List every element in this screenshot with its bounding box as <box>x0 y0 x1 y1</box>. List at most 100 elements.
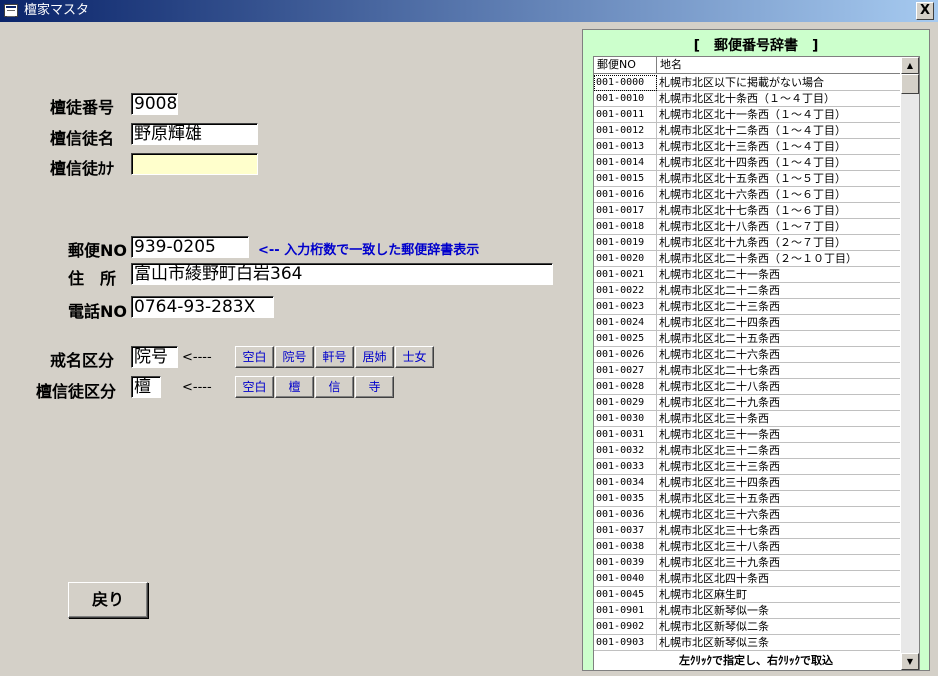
table-row[interactable]: 001-0045 札幌市北区麻生町 <box>594 587 900 603</box>
address-field[interactable]: 富山市綾野町白岩364 <box>131 263 553 285</box>
column-header-name[interactable]: 地名 <box>657 57 900 74</box>
table-row[interactable]: 001-0021 札幌市北区北二十一条西 <box>594 267 900 283</box>
postal-code-cell: 001-0013 <box>594 139 657 155</box>
kaimyo-button-blank[interactable]: 空白 <box>235 346 274 368</box>
place-name-cell: 札幌市北区北十二条西（１～４丁目） <box>659 124 846 137</box>
dictionary-title: [ 郵便番号辞書 ] <box>693 38 819 54</box>
postal-code-cell: 001-0014 <box>594 155 657 171</box>
table-row[interactable]: 001-0036 札幌市北区北三十六条西 <box>594 507 900 523</box>
place-name-cell: 札幌市北区北三十七条西 <box>659 524 780 537</box>
table-row[interactable]: 001-0027 札幌市北区北二十七条西 <box>594 363 900 379</box>
kana-field[interactable] <box>131 153 258 175</box>
table-row[interactable]: 001-0018 札幌市北区北十八条西（１～７丁目） <box>594 219 900 235</box>
place-name-cell: 札幌市北区以下に掲載がない場合 <box>659 76 824 89</box>
table-row[interactable]: 001-0010 札幌市北区北十条西（１～４丁目） <box>594 91 900 107</box>
name-field[interactable]: 野原輝雄 <box>131 123 258 145</box>
place-name-cell: 札幌市北区北三十条西 <box>659 412 769 425</box>
table-row[interactable]: 001-0903 札幌市北区新琴似三条 <box>594 635 900 651</box>
table-row[interactable]: 001-0030 札幌市北区北三十条西 <box>594 411 900 427</box>
table-row[interactable]: 001-0013 札幌市北区北十三条西（１～４丁目） <box>594 139 900 155</box>
place-name-cell: 札幌市北区北二十六条西 <box>659 348 780 361</box>
table-row[interactable]: 001-0040 札幌市北区北四十条西 <box>594 571 900 587</box>
place-name-cell: 札幌市北区北三十八条西 <box>659 540 780 553</box>
table-row[interactable]: 001-0031 札幌市北区北三十一条西 <box>594 427 900 443</box>
danshinto-button-dan[interactable]: 檀 <box>275 376 314 398</box>
kaimyo-button-kengo[interactable]: 軒号 <box>315 346 354 368</box>
danshinto-field[interactable]: 檀 <box>131 376 161 398</box>
table-row[interactable]: 001-0039 札幌市北区北三十九条西 <box>594 555 900 571</box>
dantoban-field[interactable]: 9008 <box>131 93 178 115</box>
postal-hint: <-- 入力桁数で一致した郵便辞書表示 <box>258 243 480 258</box>
place-name-cell: 札幌市北区新琴似三条 <box>659 636 769 649</box>
phone-field[interactable]: 0764-93-283X <box>131 296 274 318</box>
table-row[interactable]: 001-0011 札幌市北区北十一条西（１～４丁目） <box>594 107 900 123</box>
table-row[interactable]: 001-0017 札幌市北区北十七条西（１～６丁目） <box>594 203 900 219</box>
postal-code-cell: 001-0021 <box>594 267 657 283</box>
postal-code-cell: 001-0027 <box>594 363 657 379</box>
place-name-cell: 札幌市北区北十条西（１～４丁目） <box>659 92 835 105</box>
place-name-cell: 札幌市北区北二十二条西 <box>659 284 780 297</box>
table-row[interactable]: 001-0038 札幌市北区北三十八条西 <box>594 539 900 555</box>
place-name-cell: 札幌市北区北三十六条西 <box>659 508 780 521</box>
scroll-up-icon[interactable]: ▲ <box>901 57 919 74</box>
place-name-cell: 札幌市北区北二十九条西 <box>659 396 780 409</box>
postal-code-cell: 001-0034 <box>594 475 657 491</box>
postal-code-cell: 001-0039 <box>594 555 657 571</box>
kaimyo-button-koshi[interactable]: 居姉 <box>355 346 394 368</box>
table-row[interactable]: 001-0025 札幌市北区北二十五条西 <box>594 331 900 347</box>
place-name-cell: 札幌市北区北三十二条西 <box>659 444 780 457</box>
postal-code-cell: 001-0903 <box>594 635 657 651</box>
postal-code-cell: 001-0016 <box>594 187 657 203</box>
table-row[interactable]: 001-0902 札幌市北区新琴似二条 <box>594 619 900 635</box>
table-row[interactable]: 001-0000 札幌市北区以下に掲載がない場合 <box>594 75 900 91</box>
table-row[interactable]: 001-0019 札幌市北区北十九条西（２～７丁目） <box>594 235 900 251</box>
postal-code-cell: 001-0017 <box>594 203 657 219</box>
place-name-cell: 札幌市北区新琴似一条 <box>659 604 769 617</box>
scroll-thumb[interactable] <box>901 74 919 94</box>
kaimyo-button-ingo[interactable]: 院号 <box>275 346 314 368</box>
postal-field[interactable]: 939-0205 <box>131 236 249 258</box>
danshinto-button-blank[interactable]: 空白 <box>235 376 274 398</box>
place-name-cell: 札幌市北区北十一条西（１～４丁目） <box>659 108 846 121</box>
table-row[interactable]: 001-0035 札幌市北区北三十五条西 <box>594 491 900 507</box>
place-name-cell: 札幌市北区北二十三条西 <box>659 300 780 313</box>
kaimyo-field[interactable]: 院号 <box>131 346 178 368</box>
table-row[interactable]: 001-0028 札幌市北区北二十八条西 <box>594 379 900 395</box>
danshinto-button-ji[interactable]: 寺 <box>355 376 394 398</box>
table-row[interactable]: 001-0026 札幌市北区北二十六条西 <box>594 347 900 363</box>
table-row[interactable]: 001-0033 札幌市北区北三十三条西 <box>594 459 900 475</box>
place-name-cell: 札幌市北区北四十条西 <box>659 572 769 585</box>
table-row[interactable]: 001-0012 札幌市北区北十二条西（１～４丁目） <box>594 123 900 139</box>
danshinto-button-shin[interactable]: 信 <box>315 376 354 398</box>
table-row[interactable]: 001-0029 札幌市北区北二十九条西 <box>594 395 900 411</box>
table-row[interactable]: 001-0020 札幌市北区北二十条西（２～１０丁目） <box>594 251 900 267</box>
dictionary-footer: 左ｸﾘｯｸで指定し、右ｸﾘｯｸで取込 <box>679 654 833 667</box>
kaimyo-button-shijo[interactable]: 士女 <box>395 346 434 368</box>
postal-code-cell: 001-0902 <box>594 619 657 635</box>
column-header-code[interactable]: 郵便NO <box>594 57 657 74</box>
place-name-cell: 札幌市北区北三十一条西 <box>659 428 780 441</box>
danshinto-arrow: <---- <box>182 380 212 395</box>
place-name-cell: 札幌市北区北二十五条西 <box>659 332 780 345</box>
table-row[interactable]: 001-0037 札幌市北区北三十七条西 <box>594 523 900 539</box>
place-name-cell: 札幌市北区北十七条西（１～６丁目） <box>659 204 846 217</box>
table-row[interactable]: 001-0034 札幌市北区北三十四条西 <box>594 475 900 491</box>
vertical-scrollbar[interactable]: ▲ ▼ <box>901 57 919 670</box>
dictionary-rows: 001-0000 札幌市北区以下に掲載がない場合 001-0010 札幌市北区北十条西… <box>594 75 900 651</box>
table-row[interactable]: 001-0032 札幌市北区北三十二条西 <box>594 443 900 459</box>
postal-code-cell: 001-0038 <box>594 539 657 555</box>
back-button[interactable]: 戻り <box>68 582 148 618</box>
postal-code-cell: 001-0000 <box>594 75 657 91</box>
place-name-cell: 札幌市北区新琴似二条 <box>659 620 769 633</box>
table-row[interactable]: 001-0014 札幌市北区北十四条西（１～４丁目） <box>594 155 900 171</box>
postal-code-cell: 001-0035 <box>594 491 657 507</box>
table-row[interactable]: 001-0016 札幌市北区北十六条西（１～６丁目） <box>594 187 900 203</box>
close-button[interactable]: X <box>916 2 934 20</box>
table-row[interactable]: 001-0901 札幌市北区新琴似一条 <box>594 603 900 619</box>
app-icon <box>4 4 18 17</box>
table-row[interactable]: 001-0015 札幌市北区北十五条西（１～５丁目） <box>594 171 900 187</box>
dictionary-list[interactable]: 郵便NO 地名 001-0000 札幌市北区以下に掲載がない場合 001-0010 札… <box>593 56 920 671</box>
table-row[interactable]: 001-0024 札幌市北区北二十四条西 <box>594 315 900 331</box>
table-row[interactable]: 001-0022 札幌市北区北二十二条西 <box>594 283 900 299</box>
table-row[interactable]: 001-0023 札幌市北区北二十三条西 <box>594 299 900 315</box>
